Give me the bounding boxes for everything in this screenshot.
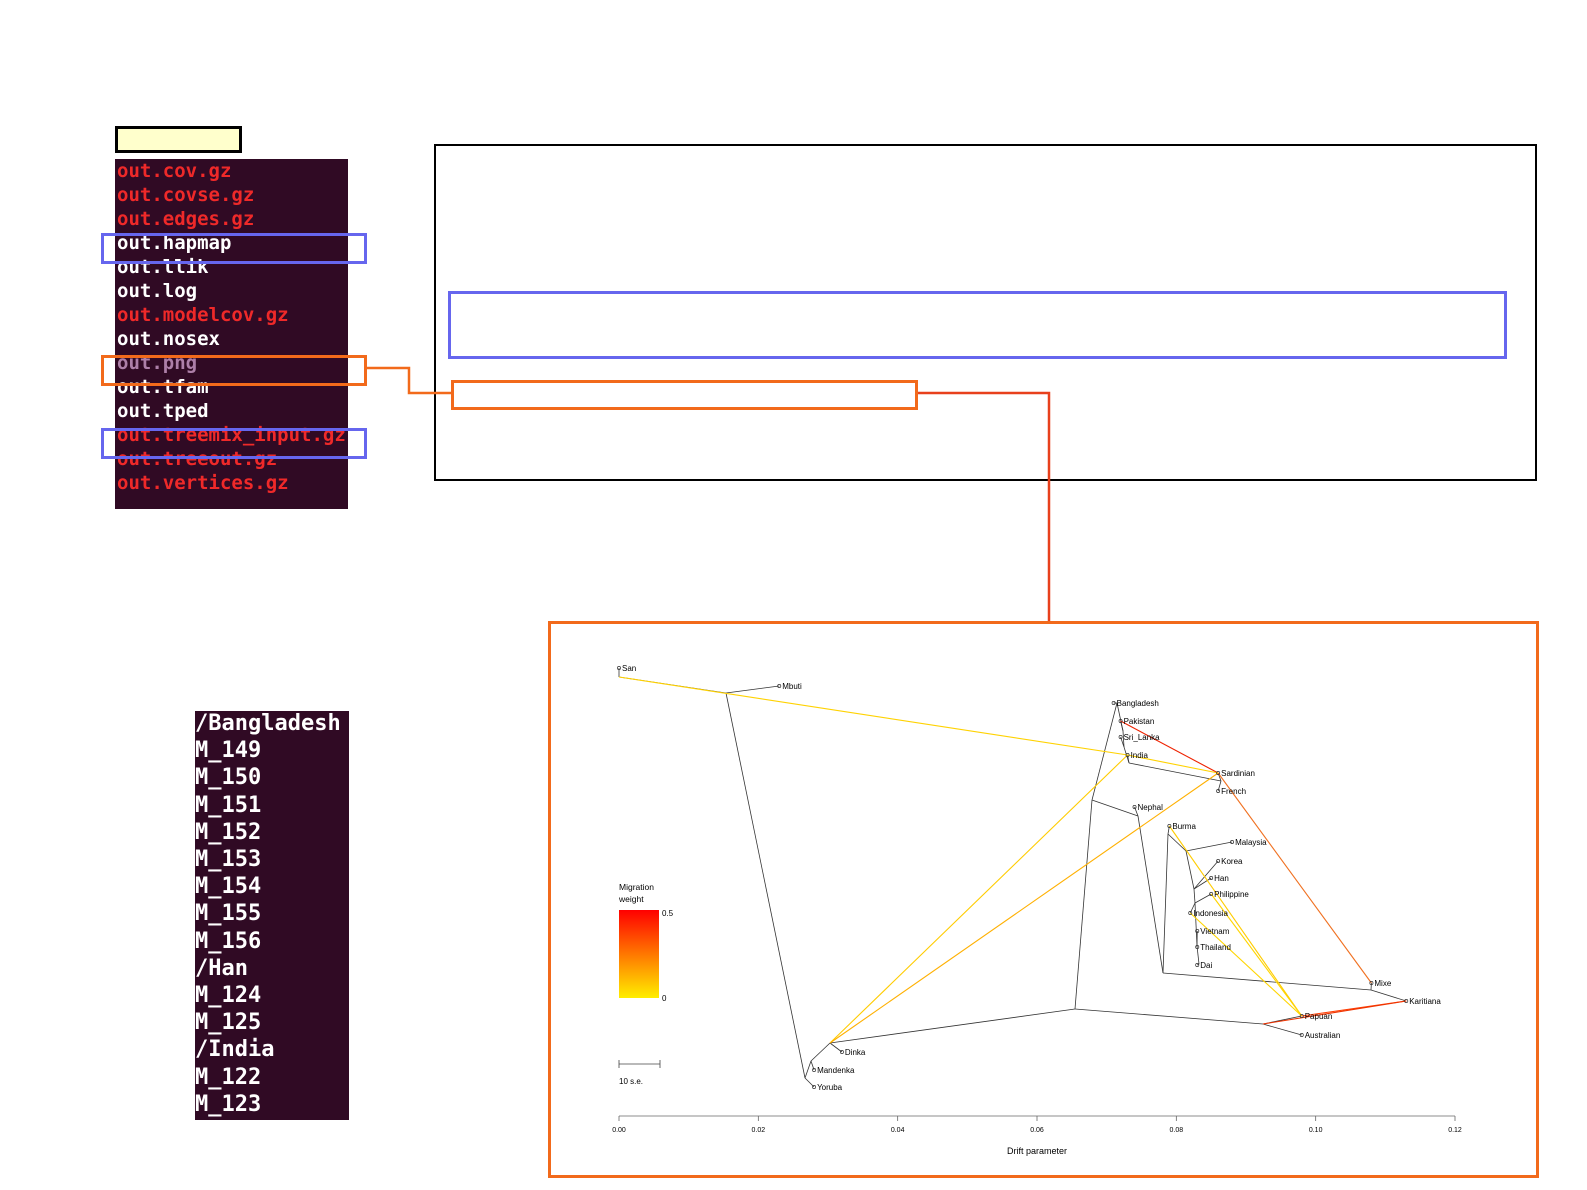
leaf-label: Nephal [1138, 803, 1164, 812]
migration-edge [1120, 720, 1219, 774]
leaf-label: Yoruba [817, 1083, 843, 1092]
leaf-label: Dai [1200, 961, 1212, 970]
leaf-label: Sardinian [1221, 769, 1255, 778]
x-tick-label: 0.12 [1448, 1127, 1462, 1134]
connector-command-to-plot [918, 391, 1051, 621]
tree-edge [1193, 888, 1196, 904]
tree-edge [1370, 989, 1407, 1002]
legend-title-line2: weight [618, 894, 644, 904]
x-tick-label: 0.10 [1309, 1127, 1323, 1134]
tree-edge [725, 685, 780, 694]
migration-weight-gradient [619, 910, 659, 998]
connector-png-to-command [367, 366, 451, 395]
leaf-label: San [622, 664, 636, 673]
leaf-label: Mixe [1374, 979, 1391, 988]
tree-edge [1185, 841, 1233, 852]
tree-edge [810, 1042, 831, 1062]
tree-edge [1128, 762, 1222, 782]
leaf-label: Korea [1221, 857, 1243, 866]
tree-edge [829, 1008, 1076, 1044]
leaf-label: Sri_Lanka [1124, 733, 1161, 742]
tree-edge [1194, 893, 1212, 904]
leaf-label: Burma [1172, 822, 1196, 831]
leaf-label: Dinka [845, 1048, 866, 1057]
legend-title-line1: Migration [619, 882, 654, 892]
tree-edge [1185, 850, 1195, 890]
leaf-label: Pakistan [1124, 717, 1155, 726]
migration-edge [829, 754, 1128, 1044]
leaf-label: Han [1214, 874, 1229, 883]
leaf-label: French [1221, 787, 1246, 796]
tree-edge [725, 692, 806, 1079]
x-tick-label: 0.00 [612, 1127, 626, 1134]
tree-edge [804, 1060, 812, 1079]
tree-edge [1137, 815, 1164, 974]
leaf-label: Philippine [1214, 890, 1249, 899]
leaf-label: Mandenka [817, 1066, 855, 1075]
leaf-label: Vietnam [1200, 927, 1230, 936]
tree-edge [1091, 799, 1139, 817]
leaf-point [1216, 859, 1221, 863]
tree-edge [1074, 1008, 1264, 1025]
leaf-label: Indonesia [1193, 909, 1228, 918]
tree-edge [1262, 1023, 1302, 1036]
leaf-label: India [1131, 751, 1149, 760]
leaf-label: Australian [1305, 1031, 1341, 1040]
legend-max-label: 0.5 [662, 909, 674, 918]
leaf-point [1209, 876, 1214, 880]
migration-edge [618, 676, 1128, 756]
x-tick-label: 0.02 [752, 1127, 766, 1134]
leaf-label: Bangladesh [1117, 699, 1159, 708]
leaf-point [839, 1050, 844, 1054]
migration-edge [1262, 1000, 1407, 1025]
legend-min-label: 0 [662, 994, 667, 1003]
treemix-plot: San Mbuti Bangladesh Pakistan Sri_Lanka India… [612, 664, 1462, 1156]
leaf-label: Papuan [1305, 1012, 1333, 1021]
tree-edge [1162, 833, 1169, 974]
tree-edge [1162, 972, 1372, 991]
scale-bar-label: 10 s.e. [619, 1077, 643, 1086]
tree-edge [829, 1042, 843, 1053]
x-tick-label: 0.04 [891, 1127, 905, 1134]
x-tick-label: 0.08 [1170, 1127, 1184, 1134]
treemix-plot-frame: San Mbuti Bangladesh Pakistan Sri_Lanka India… [548, 621, 1539, 1178]
leaf-label: Karitiana [1409, 997, 1441, 1006]
leaf-label: Malaysia [1235, 838, 1267, 847]
leaf-label: Mbuti [782, 682, 802, 691]
migration-edge [1168, 825, 1303, 1017]
x-tick-label: 0.06 [1030, 1127, 1044, 1134]
tree-edge [1074, 799, 1093, 1010]
migration-edge [1217, 772, 1372, 984]
migration-edge [829, 772, 1219, 1044]
x-axis-label: Drift parameter [1007, 1146, 1067, 1156]
leaf-label: Thailand [1200, 943, 1231, 952]
